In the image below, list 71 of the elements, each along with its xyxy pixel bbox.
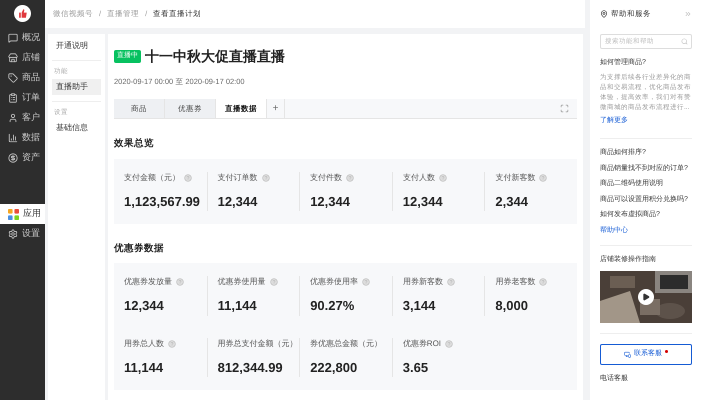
menu-icon [8, 113, 18, 123]
metric-label: 优惠券使用量 [218, 276, 266, 288]
help-icon[interactable] [362, 278, 370, 286]
menu-icon [8, 93, 18, 103]
sidebar-item[interactable]: 概况 [0, 28, 45, 48]
metric-value: 8,000 [495, 297, 528, 316]
section-title: 效果总览 [114, 137, 155, 152]
menu-icon [8, 73, 18, 83]
fullscreen-icon[interactable] [560, 104, 569, 114]
help-icon[interactable] [539, 278, 548, 286]
sidebar-item[interactable]: 商品 [0, 68, 45, 88]
help-icon[interactable] [445, 340, 454, 348]
help-icon[interactable] [262, 174, 270, 182]
metric-label: 券优惠总金额（元） [310, 338, 382, 350]
section-title: 优惠券数据 [114, 242, 165, 256]
search-icon [681, 38, 688, 45]
metric-value: 90.27% [310, 297, 354, 316]
sub-nav-item[interactable]: 直播助手 [52, 78, 101, 95]
metric-value: 12,344 [124, 297, 164, 316]
sidebar-item[interactable]: 数据 [0, 128, 45, 148]
metric-value: 812,344.99 [218, 358, 283, 377]
help-icon[interactable] [346, 174, 354, 182]
menu-icon [8, 153, 18, 163]
metric-label: 优惠券使用率 [310, 276, 358, 288]
metric-value: 222,800 [310, 358, 358, 377]
sidebar-item[interactable]: 应用 [0, 204, 45, 224]
metric-label: 优惠券ROI [402, 338, 442, 350]
menu-icon [8, 229, 18, 239]
metric-label: 用券总支付金额（元） [218, 338, 298, 350]
metric-label: 用券新客数 [402, 276, 443, 288]
metric-label: 用券总人数 [124, 338, 164, 350]
apps-icon [8, 208, 19, 220]
menu-icon [8, 53, 18, 63]
metric-value: 11,144 [218, 297, 257, 316]
metric-value: 2,344 [495, 192, 528, 210]
help-icon[interactable] [184, 174, 192, 182]
sidebar-item[interactable]: 客户 [0, 108, 45, 128]
pin-icon [600, 10, 608, 18]
metric-value: 3.65 [402, 358, 428, 377]
metric-label: 用券老客数 [495, 276, 536, 288]
sidebar-item[interactable]: 店铺 [0, 48, 45, 68]
menu-icon [8, 33, 18, 43]
metric-value: 1,123,567.99 [124, 192, 200, 210]
metric-value: 11,144 [124, 358, 164, 377]
sidebar-item[interactable]: 订单 [0, 88, 45, 108]
sidebar-item[interactable]: 资产 [0, 148, 45, 168]
help-icon[interactable] [539, 174, 548, 182]
metric-value: 12,344 [218, 192, 258, 210]
add-tab-button[interactable]: + [267, 99, 285, 118]
sidebar-item[interactable]: 设置 [0, 224, 45, 244]
metric-value: 12,344 [310, 192, 350, 210]
metric-label: 支付金额（元） [124, 172, 180, 184]
menu-icon [8, 133, 18, 143]
metric-label: 支付件数 [310, 172, 342, 184]
live-title: 十一中秋大促直播直播 [145, 47, 285, 66]
collapse-icon[interactable] [684, 10, 692, 18]
metric-label: 优惠券发放量 [124, 276, 172, 288]
help-icon[interactable] [446, 278, 455, 286]
sub-nav-item[interactable]: 开通说明 [52, 38, 101, 54]
metric-label: 支付人数 [402, 172, 435, 184]
help-icon[interactable] [168, 340, 176, 348]
logo-icon [14, 5, 31, 22]
play-icon [642, 292, 650, 300]
metric-label: 支付新客数 [495, 172, 536, 184]
help-icon[interactable] [176, 278, 184, 286]
help-icon[interactable] [438, 174, 447, 182]
metric-value: 3,144 [402, 297, 436, 316]
metric-value: 12,344 [402, 192, 443, 210]
sub-nav-item[interactable]: 基础信息 [52, 120, 101, 136]
help-icon[interactable] [270, 278, 278, 286]
metric-label: 支付订单数 [218, 172, 258, 184]
